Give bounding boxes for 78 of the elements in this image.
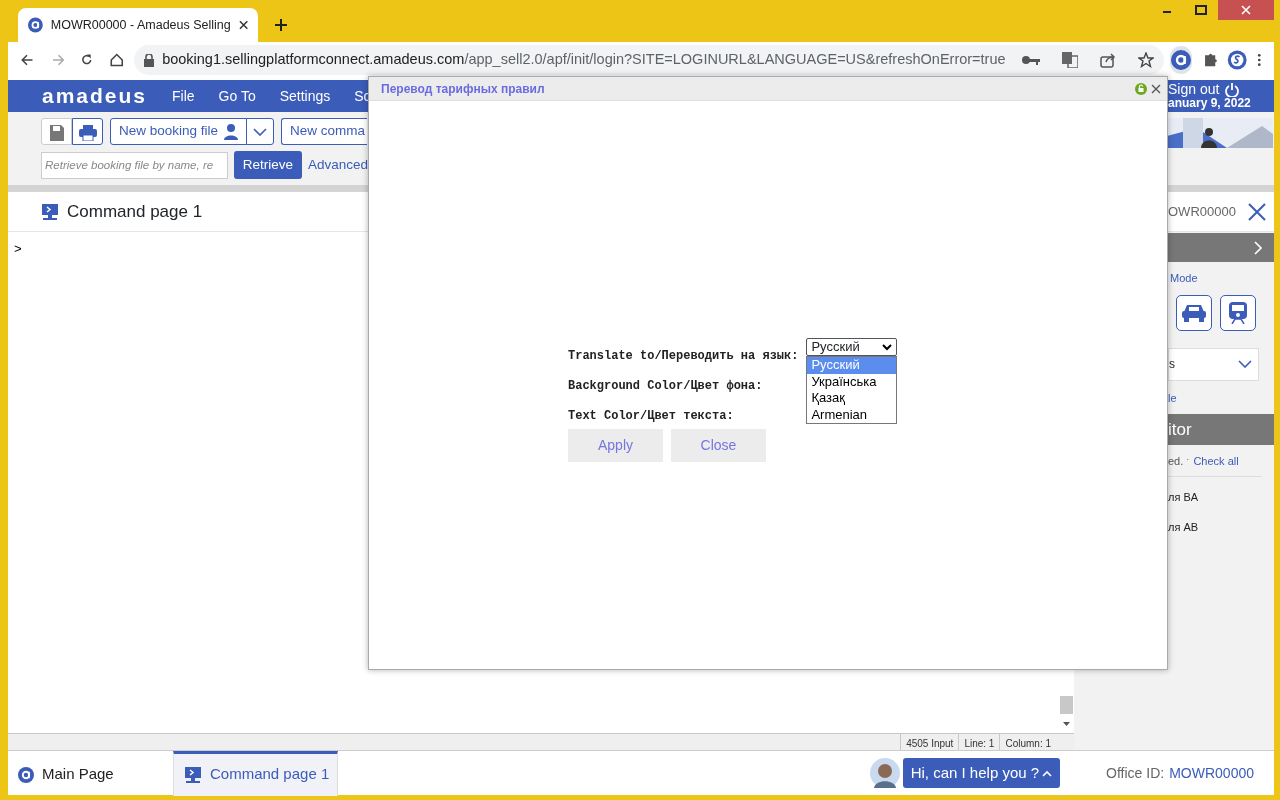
date-text: anuary 9, 2022 (1168, 97, 1252, 110)
dropdown-option[interactable]: Қазақ (807, 390, 897, 407)
section-header: itor (1168, 414, 1274, 445)
status-text: Line: 1 (958, 734, 1000, 750)
side-link[interactable]: le (1168, 389, 1274, 406)
power-icon (1225, 82, 1240, 97)
mode-link[interactable]: Mode (1170, 270, 1274, 287)
field-label: Text Color/Цвет текста: (568, 408, 734, 425)
new-tab-icon[interactable] (274, 18, 288, 32)
field-label: Translate to/Переводить на язык: (568, 348, 799, 365)
avatar-icon (869, 758, 900, 788)
train-icon (1228, 301, 1248, 324)
person-icon (224, 123, 239, 140)
search-field[interactable]: Retrieve booking file by name, re (41, 151, 228, 179)
browser-tab[interactable]: MOWR00000 - Amadeus Selling (18, 8, 258, 42)
lock-icon (1135, 82, 1147, 95)
select-field[interactable]: s (1168, 347, 1259, 381)
office-label: Office ID: (1106, 763, 1165, 783)
chevron-down-icon (882, 343, 893, 351)
field-label: Background Color/Цвет фона: (568, 378, 763, 395)
dropdown-option[interactable]: Українська (807, 373, 897, 390)
dropdown-option[interactable]: Armenian (807, 406, 897, 423)
retrieve-button[interactable]: Retrieve (233, 151, 302, 179)
close-icon[interactable] (1151, 83, 1161, 94)
menu-item[interactable]: Go To (218, 85, 256, 107)
sign-out-link[interactable]: Sign out (1168, 82, 1220, 98)
train-button[interactable] (1220, 294, 1256, 331)
save-button[interactable] (41, 118, 72, 145)
status-text: 4505 Input (900, 734, 959, 750)
advanced-link[interactable]: Advanced (307, 154, 368, 176)
list-item[interactable]: ля AB (1168, 519, 1274, 536)
status-text: Column: 1 (999, 734, 1056, 750)
list-item[interactable]: ля BA (1168, 488, 1274, 505)
close-icon[interactable] (238, 20, 248, 30)
maximize-icon[interactable] (1195, 5, 1207, 15)
save-icon (49, 124, 64, 141)
page-tab[interactable]: Command page 1 (173, 750, 338, 796)
note-text: ed. ˑ (1168, 454, 1190, 469)
car-icon (1182, 303, 1206, 322)
extension-icon[interactable] (1170, 50, 1191, 70)
chevron-down-icon (1238, 360, 1252, 368)
star-icon[interactable] (1137, 52, 1154, 68)
url-text: booking1.sellingplatformconnect.amadeus.com/app_sell2.0/apf/init/login?SITE=LOGINURL&LANGUAGE=US&refreshOnError=true (162, 50, 1006, 70)
scroll-thumb[interactable] (1060, 696, 1073, 714)
close-icon[interactable] (1247, 202, 1266, 221)
page-title: Command page 1 (67, 200, 203, 223)
chevron-down-icon (253, 127, 268, 136)
print-button[interactable] (72, 118, 103, 145)
chevron-right-icon[interactable] (1254, 240, 1262, 255)
office-tab-label: OWR00000 (1168, 202, 1236, 221)
dropdown-option[interactable]: Русский (807, 357, 897, 374)
key-icon[interactable] (1021, 55, 1040, 65)
caret-up-icon (1042, 769, 1053, 777)
dialog-title: Перевод тарифных правил (381, 80, 545, 98)
scroll-down-icon[interactable] (1060, 720, 1073, 728)
check-all-link[interactable]: Check all (1193, 453, 1239, 470)
menu-item[interactable]: Settings (279, 85, 331, 107)
monitor-icon (184, 765, 202, 784)
share-icon[interactable] (1099, 52, 1116, 68)
page-tab[interactable]: Main Page (8, 750, 173, 796)
menu-item[interactable]: File (172, 85, 195, 107)
lock-icon (144, 53, 155, 67)
printer-icon (79, 124, 97, 141)
office-id: MOWR00000 (1169, 763, 1254, 783)
home-icon (18, 766, 34, 783)
new-command-button[interactable]: New comma (281, 118, 368, 145)
dialog-button[interactable]: Close (671, 429, 766, 462)
car-button[interactable] (1176, 294, 1212, 331)
translate-icon[interactable] (1061, 52, 1078, 68)
site-icon (28, 17, 43, 33)
tab-title: MOWR00000 - Amadeus Selling (50, 16, 231, 34)
dialog-button[interactable]: Apply (568, 429, 663, 462)
dropdown-button[interactable] (246, 118, 275, 145)
logo: amadeus (42, 83, 149, 110)
address-bar[interactable]: booking1.sellingplatformconnect.amadeus.com/app_sell2.0/apf/init/login?SITE=LOGINURL&LANGUAGE=US&refreshOnError=true (134, 45, 1164, 75)
assistant-button[interactable]: Hi, can I help you ? (902, 758, 1061, 788)
monitor-icon (41, 202, 59, 221)
new-booking-button[interactable]: New booking file (110, 118, 248, 145)
